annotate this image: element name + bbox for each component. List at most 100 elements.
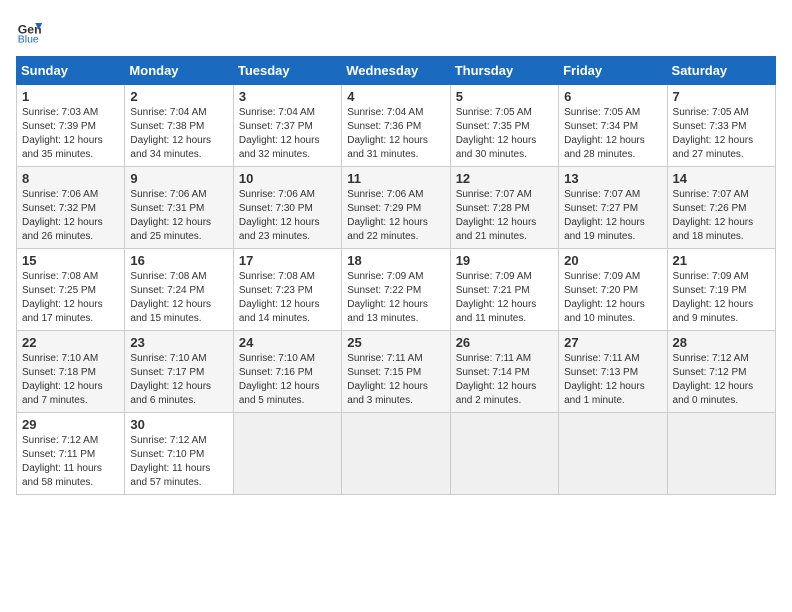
day-number: 12 bbox=[456, 171, 553, 186]
day-number: 7 bbox=[673, 89, 770, 104]
day-number: 24 bbox=[239, 335, 336, 350]
calendar-cell: 19 Sunrise: 7:09 AM Sunset: 7:21 PM Dayli… bbox=[450, 249, 558, 331]
calendar-cell bbox=[667, 413, 775, 495]
day-info: Sunrise: 7:11 AM Sunset: 7:14 PM Dayligh… bbox=[456, 352, 553, 408]
day-info: Sunrise: 7:10 AM Sunset: 7:17 PM Dayligh… bbox=[130, 352, 227, 408]
logo-icon: Gen Blue bbox=[16, 16, 44, 44]
calendar-cell: 14 Sunrise: 7:07 AM Sunset: 7:26 PM Dayli… bbox=[667, 167, 775, 249]
day-number: 10 bbox=[239, 171, 336, 186]
calendar-cell: 13Sunrise: 7:07 AM Sunset: 7:27 PM Dayli… bbox=[559, 167, 667, 249]
day-info: Sunrise: 7:10 AM Sunset: 7:18 PM Dayligh… bbox=[22, 352, 119, 408]
day-info: Sunrise: 7:06 AM Sunset: 7:29 PM Dayligh… bbox=[347, 188, 444, 244]
calendar-cell: 23 Sunrise: 7:10 AM Sunset: 7:17 PM Dayli… bbox=[125, 331, 233, 413]
logo: Gen Blue bbox=[16, 16, 48, 44]
day-info: Sunrise: 7:11 AM Sunset: 7:13 PM Dayligh… bbox=[564, 352, 661, 408]
svg-text:Blue: Blue bbox=[18, 33, 39, 44]
day-info: Sunrise: 7:03 AM Sunset: 7:39 PM Dayligh… bbox=[22, 106, 119, 162]
day-number: 29 bbox=[22, 417, 119, 432]
calendar-cell bbox=[450, 413, 558, 495]
day-number: 19 bbox=[456, 253, 553, 268]
day-info: Sunrise: 7:09 AM Sunset: 7:19 PM Dayligh… bbox=[673, 270, 770, 326]
calendar-cell bbox=[342, 413, 450, 495]
calendar-cell: 25Sunrise: 7:11 AM Sunset: 7:15 PM Dayli… bbox=[342, 331, 450, 413]
calendar-cell: 17 Sunrise: 7:08 AM Sunset: 7:23 PM Dayli… bbox=[233, 249, 341, 331]
day-info: Sunrise: 7:08 AM Sunset: 7:23 PM Dayligh… bbox=[239, 270, 336, 326]
col-header-saturday: Saturday bbox=[667, 57, 775, 85]
calendar-week-5: 29 Sunrise: 7:12 AM Sunset: 7:11 PM Dayli… bbox=[17, 413, 776, 495]
day-number: 23 bbox=[130, 335, 227, 350]
calendar-cell: 22 Sunrise: 7:10 AM Sunset: 7:18 PM Dayli… bbox=[17, 331, 125, 413]
day-number: 9 bbox=[130, 171, 227, 186]
calendar-cell: 29 Sunrise: 7:12 AM Sunset: 7:11 PM Dayli… bbox=[17, 413, 125, 495]
day-number: 14 bbox=[673, 171, 770, 186]
col-header-friday: Friday bbox=[559, 57, 667, 85]
day-info: Sunrise: 7:06 AM Sunset: 7:31 PM Dayligh… bbox=[130, 188, 227, 244]
calendar-cell: 15 Sunrise: 7:08 AM Sunset: 7:25 PM Dayli… bbox=[17, 249, 125, 331]
day-info: Sunrise: 7:08 AM Sunset: 7:24 PM Dayligh… bbox=[130, 270, 227, 326]
day-info: Sunrise: 7:04 AM Sunset: 7:38 PM Dayligh… bbox=[130, 106, 227, 162]
day-number: 5 bbox=[456, 89, 553, 104]
day-number: 22 bbox=[22, 335, 119, 350]
day-number: 30 bbox=[130, 417, 227, 432]
calendar-cell: 5 Sunrise: 7:05 AM Sunset: 7:35 PM Daylig… bbox=[450, 85, 558, 167]
calendar-week-3: 15 Sunrise: 7:08 AM Sunset: 7:25 PM Dayli… bbox=[17, 249, 776, 331]
day-info: Sunrise: 7:12 AM Sunset: 7:10 PM Dayligh… bbox=[130, 434, 227, 490]
day-number: 15 bbox=[22, 253, 119, 268]
col-header-wednesday: Wednesday bbox=[342, 57, 450, 85]
day-number: 25 bbox=[347, 335, 444, 350]
col-header-thursday: Thursday bbox=[450, 57, 558, 85]
calendar-table: SundayMondayTuesdayWednesdayThursdayFrid… bbox=[16, 56, 776, 495]
calendar-cell: 27 Sunrise: 7:11 AM Sunset: 7:13 PM Dayli… bbox=[559, 331, 667, 413]
day-number: 18 bbox=[347, 253, 444, 268]
day-info: Sunrise: 7:09 AM Sunset: 7:20 PM Dayligh… bbox=[564, 270, 661, 326]
calendar-cell: 24Sunrise: 7:10 AM Sunset: 7:16 PM Dayli… bbox=[233, 331, 341, 413]
calendar-week-2: 8 Sunrise: 7:06 AM Sunset: 7:32 PM Daylig… bbox=[17, 167, 776, 249]
calendar-cell bbox=[559, 413, 667, 495]
day-number: 4 bbox=[347, 89, 444, 104]
day-info: Sunrise: 7:12 AM Sunset: 7:11 PM Dayligh… bbox=[22, 434, 119, 490]
col-header-monday: Monday bbox=[125, 57, 233, 85]
day-info: Sunrise: 7:06 AM Sunset: 7:30 PM Dayligh… bbox=[239, 188, 336, 244]
day-number: 26 bbox=[456, 335, 553, 350]
calendar-cell: 7 Sunrise: 7:05 AM Sunset: 7:33 PM Daylig… bbox=[667, 85, 775, 167]
day-number: 17 bbox=[239, 253, 336, 268]
day-number: 13 bbox=[564, 171, 661, 186]
day-info: Sunrise: 7:07 AM Sunset: 7:26 PM Dayligh… bbox=[673, 188, 770, 244]
day-info: Sunrise: 7:08 AM Sunset: 7:25 PM Dayligh… bbox=[22, 270, 119, 326]
day-number: 20 bbox=[564, 253, 661, 268]
day-number: 2 bbox=[130, 89, 227, 104]
day-info: Sunrise: 7:04 AM Sunset: 7:37 PM Dayligh… bbox=[239, 106, 336, 162]
page-header: Gen Blue bbox=[16, 16, 776, 44]
day-number: 8 bbox=[22, 171, 119, 186]
day-info: Sunrise: 7:09 AM Sunset: 7:22 PM Dayligh… bbox=[347, 270, 444, 326]
calendar-cell: 12 Sunrise: 7:07 AM Sunset: 7:28 PM Dayli… bbox=[450, 167, 558, 249]
calendar-cell bbox=[233, 413, 341, 495]
day-info: Sunrise: 7:07 AM Sunset: 7:28 PM Dayligh… bbox=[456, 188, 553, 244]
day-info: Sunrise: 7:06 AM Sunset: 7:32 PM Dayligh… bbox=[22, 188, 119, 244]
calendar-cell: 2 Sunrise: 7:04 AM Sunset: 7:38 PM Daylig… bbox=[125, 85, 233, 167]
day-info: Sunrise: 7:05 AM Sunset: 7:35 PM Dayligh… bbox=[456, 106, 553, 162]
day-number: 16 bbox=[130, 253, 227, 268]
calendar-cell: 1Sunrise: 7:03 AM Sunset: 7:39 PM Daylig… bbox=[17, 85, 125, 167]
day-info: Sunrise: 7:04 AM Sunset: 7:36 PM Dayligh… bbox=[347, 106, 444, 162]
day-info: Sunrise: 7:09 AM Sunset: 7:21 PM Dayligh… bbox=[456, 270, 553, 326]
calendar-cell: 6Sunrise: 7:05 AM Sunset: 7:34 PM Daylig… bbox=[559, 85, 667, 167]
day-info: Sunrise: 7:12 AM Sunset: 7:12 PM Dayligh… bbox=[673, 352, 770, 408]
calendar-cell: 11 Sunrise: 7:06 AM Sunset: 7:29 PM Dayli… bbox=[342, 167, 450, 249]
calendar-cell: 16 Sunrise: 7:08 AM Sunset: 7:24 PM Dayli… bbox=[125, 249, 233, 331]
calendar-cell: 8 Sunrise: 7:06 AM Sunset: 7:32 PM Daylig… bbox=[17, 167, 125, 249]
calendar-cell: 18 Sunrise: 7:09 AM Sunset: 7:22 PM Dayli… bbox=[342, 249, 450, 331]
col-header-sunday: Sunday bbox=[17, 57, 125, 85]
day-number: 11 bbox=[347, 171, 444, 186]
calendar-cell: 20 Sunrise: 7:09 AM Sunset: 7:20 PM Dayli… bbox=[559, 249, 667, 331]
day-number: 28 bbox=[673, 335, 770, 350]
col-header-tuesday: Tuesday bbox=[233, 57, 341, 85]
calendar-week-1: 1Sunrise: 7:03 AM Sunset: 7:39 PM Daylig… bbox=[17, 85, 776, 167]
calendar-cell: 21 Sunrise: 7:09 AM Sunset: 7:19 PM Dayli… bbox=[667, 249, 775, 331]
calendar-week-4: 22 Sunrise: 7:10 AM Sunset: 7:18 PM Dayli… bbox=[17, 331, 776, 413]
day-number: 21 bbox=[673, 253, 770, 268]
calendar-cell: 4 Sunrise: 7:04 AM Sunset: 7:36 PM Daylig… bbox=[342, 85, 450, 167]
day-number: 27 bbox=[564, 335, 661, 350]
day-info: Sunrise: 7:05 AM Sunset: 7:33 PM Dayligh… bbox=[673, 106, 770, 162]
day-info: Sunrise: 7:05 AM Sunset: 7:34 PM Dayligh… bbox=[564, 106, 661, 162]
